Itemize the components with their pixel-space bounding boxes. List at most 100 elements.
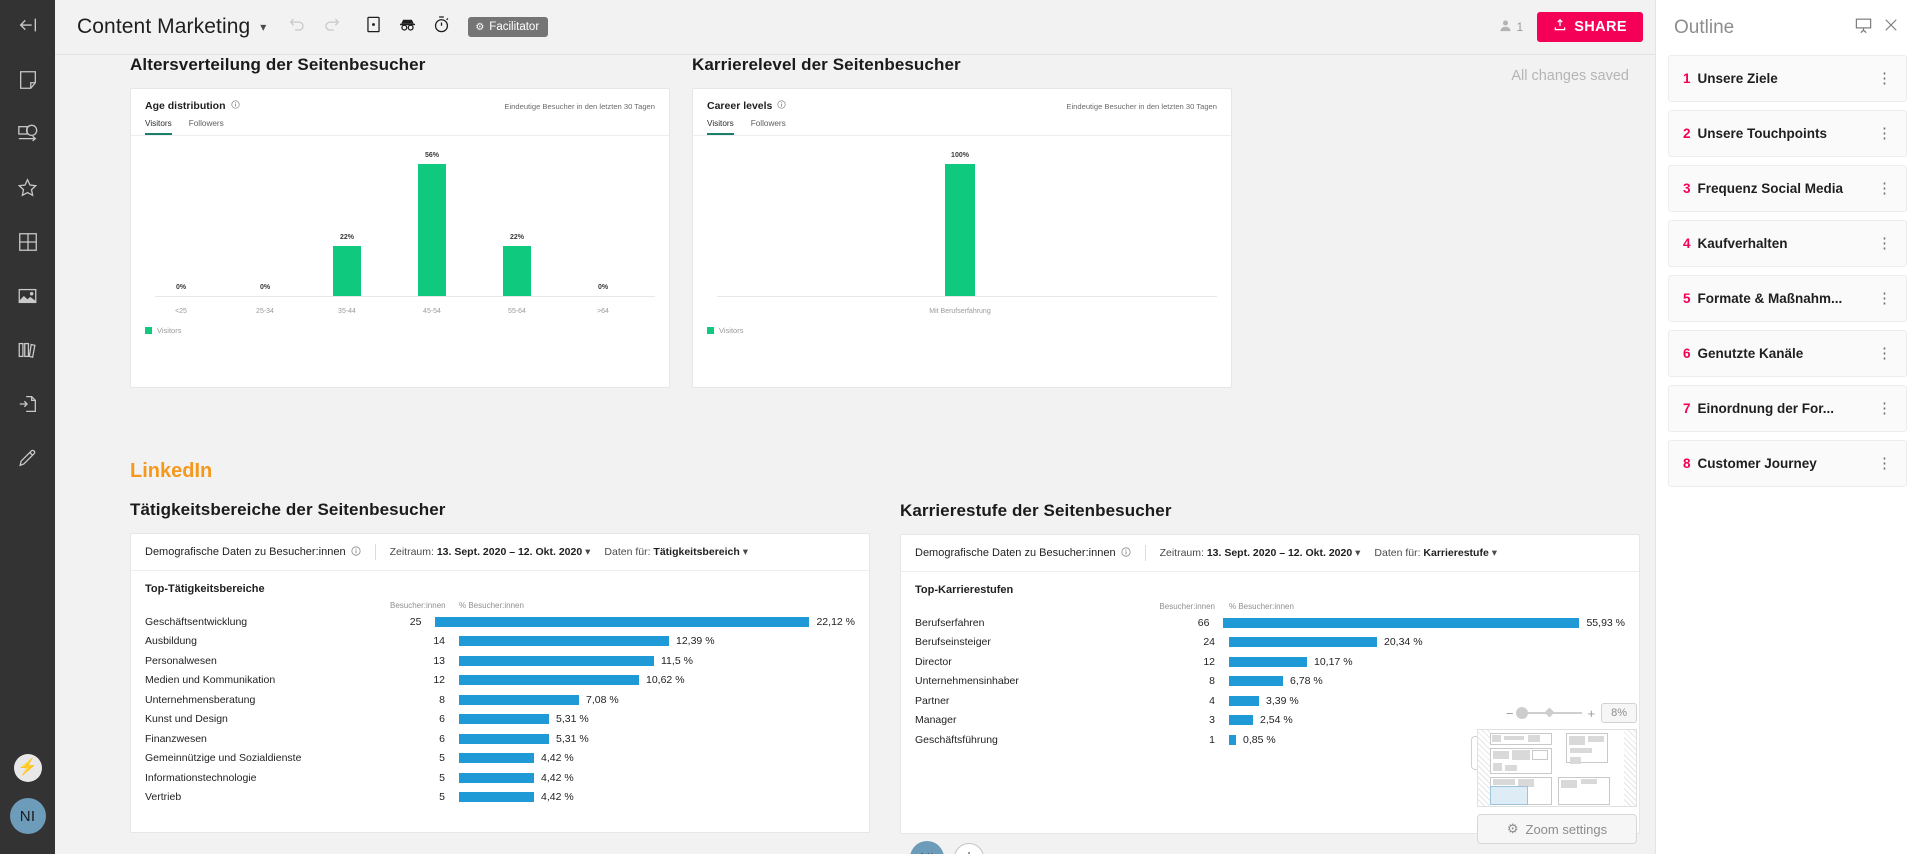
date-range-value: 13. Sept. 2020 – 12. Okt. 2020 xyxy=(1206,547,1353,559)
row-pct: 22,12 % xyxy=(816,615,855,628)
row-pct: 6,78 % xyxy=(1290,675,1323,688)
outline-item-6[interactable]: 6 Genutzte Kanäle ⋮ xyxy=(1668,330,1907,377)
library-tool[interactable] xyxy=(0,325,55,379)
outline-item-3[interactable]: 3 Frequenz Social Media ⋮ xyxy=(1668,165,1907,212)
present-outline-button[interactable] xyxy=(1849,14,1877,42)
info-icon[interactable] xyxy=(230,100,240,112)
row-label: Director xyxy=(915,655,952,668)
outline-item-label: Unsere Touchpoints xyxy=(1697,126,1828,141)
outline-item-menu-icon[interactable]: ⋮ xyxy=(1871,181,1898,196)
outline-item-5[interactable]: 5 Formate & Maßnahm... ⋮ xyxy=(1668,275,1907,322)
zoom-in-button[interactable]: + xyxy=(1588,706,1596,721)
quick-actions-button[interactable]: ⚡ xyxy=(13,754,42,782)
zoom-settings-label: Zoom settings xyxy=(1525,821,1608,837)
career-levels-plot: 100% Mit Berufserfahrung xyxy=(693,136,1231,326)
grid-template-icon xyxy=(17,231,39,258)
timer-button[interactable] xyxy=(424,10,458,44)
board-canvas[interactable]: All changes saved Altersverteilung der S… xyxy=(55,55,1655,854)
zoom-level-value[interactable]: 8% xyxy=(1601,703,1637,723)
shapes-tool[interactable] xyxy=(0,109,55,163)
outline-item-menu-icon[interactable]: ⋮ xyxy=(1871,456,1898,471)
sticky-note-tool[interactable] xyxy=(0,55,55,109)
career-levels-card[interactable]: Career levels Eindeutige Besucher in den… xyxy=(692,88,1232,388)
page-title[interactable]: Content Marketing xyxy=(77,15,250,39)
info-icon[interactable] xyxy=(777,100,787,112)
tab-followers[interactable]: Followers xyxy=(189,119,224,135)
outline-item-menu-icon[interactable]: ⋮ xyxy=(1871,346,1898,361)
row-bar xyxy=(459,792,534,803)
tab-followers[interactable]: Followers xyxy=(751,119,786,135)
star-tool[interactable] xyxy=(0,163,55,217)
bar-4 xyxy=(503,246,531,296)
user-avatar[interactable]: NI xyxy=(9,798,46,834)
age-card-tabs: Visitors Followers xyxy=(131,112,669,135)
left-toolbar[interactable]: ⚡ NI xyxy=(0,0,55,854)
row-label: Personalwesen xyxy=(145,654,217,667)
date-range-dropdown[interactable]: Zeitraum: 13. Sept. 2020 – 12. Okt. 2020… xyxy=(390,546,591,558)
add-collaborator-button[interactable]: + xyxy=(954,843,984,854)
outline-item-7[interactable]: 7 Einordnung der For... ⋮ xyxy=(1668,385,1907,432)
redo-button[interactable] xyxy=(314,10,348,44)
import-file-tool[interactable] xyxy=(0,379,55,433)
collapse-rail-button[interactable] xyxy=(0,0,55,55)
collaborator-strip: NI ★ + xyxy=(910,841,984,854)
row-bar xyxy=(459,636,669,647)
function-card-title: Demografische Daten zu Besucher:innen xyxy=(145,546,346,558)
row-label: Manager xyxy=(915,714,957,727)
bar-0 xyxy=(945,164,975,296)
zoom-slider[interactable] xyxy=(1515,707,1582,719)
collaborator-avatar[interactable]: NI ★ xyxy=(910,841,944,854)
outline-item-menu-icon[interactable]: ⋮ xyxy=(1871,401,1898,416)
row-count: 13 xyxy=(433,654,445,667)
bar-label-5: 0% xyxy=(597,284,609,291)
share-button[interactable]: SHARE xyxy=(1537,12,1643,42)
outline-item-menu-icon[interactable]: ⋮ xyxy=(1871,236,1898,251)
participants-indicator[interactable]: 1 xyxy=(1498,18,1523,36)
date-range-value: 13. Sept. 2020 – 12. Okt. 2020 xyxy=(436,546,583,558)
table-row: Unternehmensberatung 8 7,08 % xyxy=(145,690,855,710)
function-demographics-card[interactable]: Demografische Daten zu Besucher:innen Ze… xyxy=(130,533,870,833)
legend-label-visitors: Visitors xyxy=(157,326,182,335)
outline-item-4[interactable]: 4 Kaufverhalten ⋮ xyxy=(1668,220,1907,267)
row-pct: 20,34 % xyxy=(1384,636,1423,649)
outline-item-menu-icon[interactable]: ⋮ xyxy=(1871,71,1898,86)
row-bar xyxy=(435,616,810,627)
outline-item-1[interactable]: 1 Unsere Ziele ⋮ xyxy=(1668,55,1907,102)
undo-button[interactable] xyxy=(280,10,314,44)
presentation-board-icon xyxy=(1854,16,1873,40)
outline-item-menu-icon[interactable]: ⋮ xyxy=(1871,126,1898,141)
career-card-header: Career levels Eindeutige Besucher in den… xyxy=(693,89,1231,112)
tab-visitors[interactable]: Visitors xyxy=(707,119,734,135)
row-bar xyxy=(1229,676,1283,687)
info-icon[interactable] xyxy=(350,545,361,559)
outline-item-8[interactable]: 8 Customer Journey ⋮ xyxy=(1668,440,1907,487)
outline-item-2[interactable]: 2 Unsere Touchpoints ⋮ xyxy=(1668,110,1907,157)
row-pct: 3,39 % xyxy=(1266,694,1299,707)
data-for-dropdown[interactable]: Daten für: Tätigkeitsbereich ▾ xyxy=(604,546,748,558)
data-for-dropdown[interactable]: Daten für: Karrierestufe ▾ xyxy=(1374,547,1497,559)
date-range-dropdown[interactable]: Zeitraum: 13. Sept. 2020 – 12. Okt. 2020… xyxy=(1160,547,1361,559)
presentation-mode-button[interactable] xyxy=(356,10,390,44)
career-card-subtitle: Eindeutige Besucher in den letzten 30 Ta… xyxy=(1066,101,1217,111)
pen-tool[interactable] xyxy=(0,433,55,487)
minimap[interactable] xyxy=(1477,729,1637,807)
zoom-out-button[interactable]: − xyxy=(1506,706,1514,721)
outline-panel: Outline 1 Unsere Ziele ⋮ 2 Unsere Touchp… xyxy=(1655,0,1919,854)
share-upload-icon xyxy=(1553,18,1567,36)
facilitator-badge[interactable]: ⚙ Facilitator xyxy=(468,17,549,37)
row-bar xyxy=(459,675,639,686)
close-outline-button[interactable] xyxy=(1877,14,1905,42)
age-distribution-card[interactable]: Age distribution Eindeutige Besucher in … xyxy=(130,88,670,388)
zoom-slider-knob[interactable] xyxy=(1515,707,1528,719)
anonymous-mode-button[interactable] xyxy=(390,10,424,44)
zoom-settings-button[interactable]: ⚙ Zoom settings xyxy=(1477,814,1637,844)
grid-template-tool[interactable] xyxy=(0,217,55,271)
image-tool[interactable] xyxy=(0,271,55,325)
col-header-count: Besucher:innen xyxy=(1159,602,1215,611)
outline-title: Outline xyxy=(1674,16,1735,38)
outline-item-menu-icon[interactable]: ⋮ xyxy=(1871,291,1898,306)
chevron-down-icon[interactable]: ▾ xyxy=(260,20,266,34)
info-icon[interactable] xyxy=(1120,546,1131,560)
table-row: Vertrieb 5 4,42 % xyxy=(145,788,855,808)
tab-visitors[interactable]: Visitors xyxy=(145,119,172,135)
